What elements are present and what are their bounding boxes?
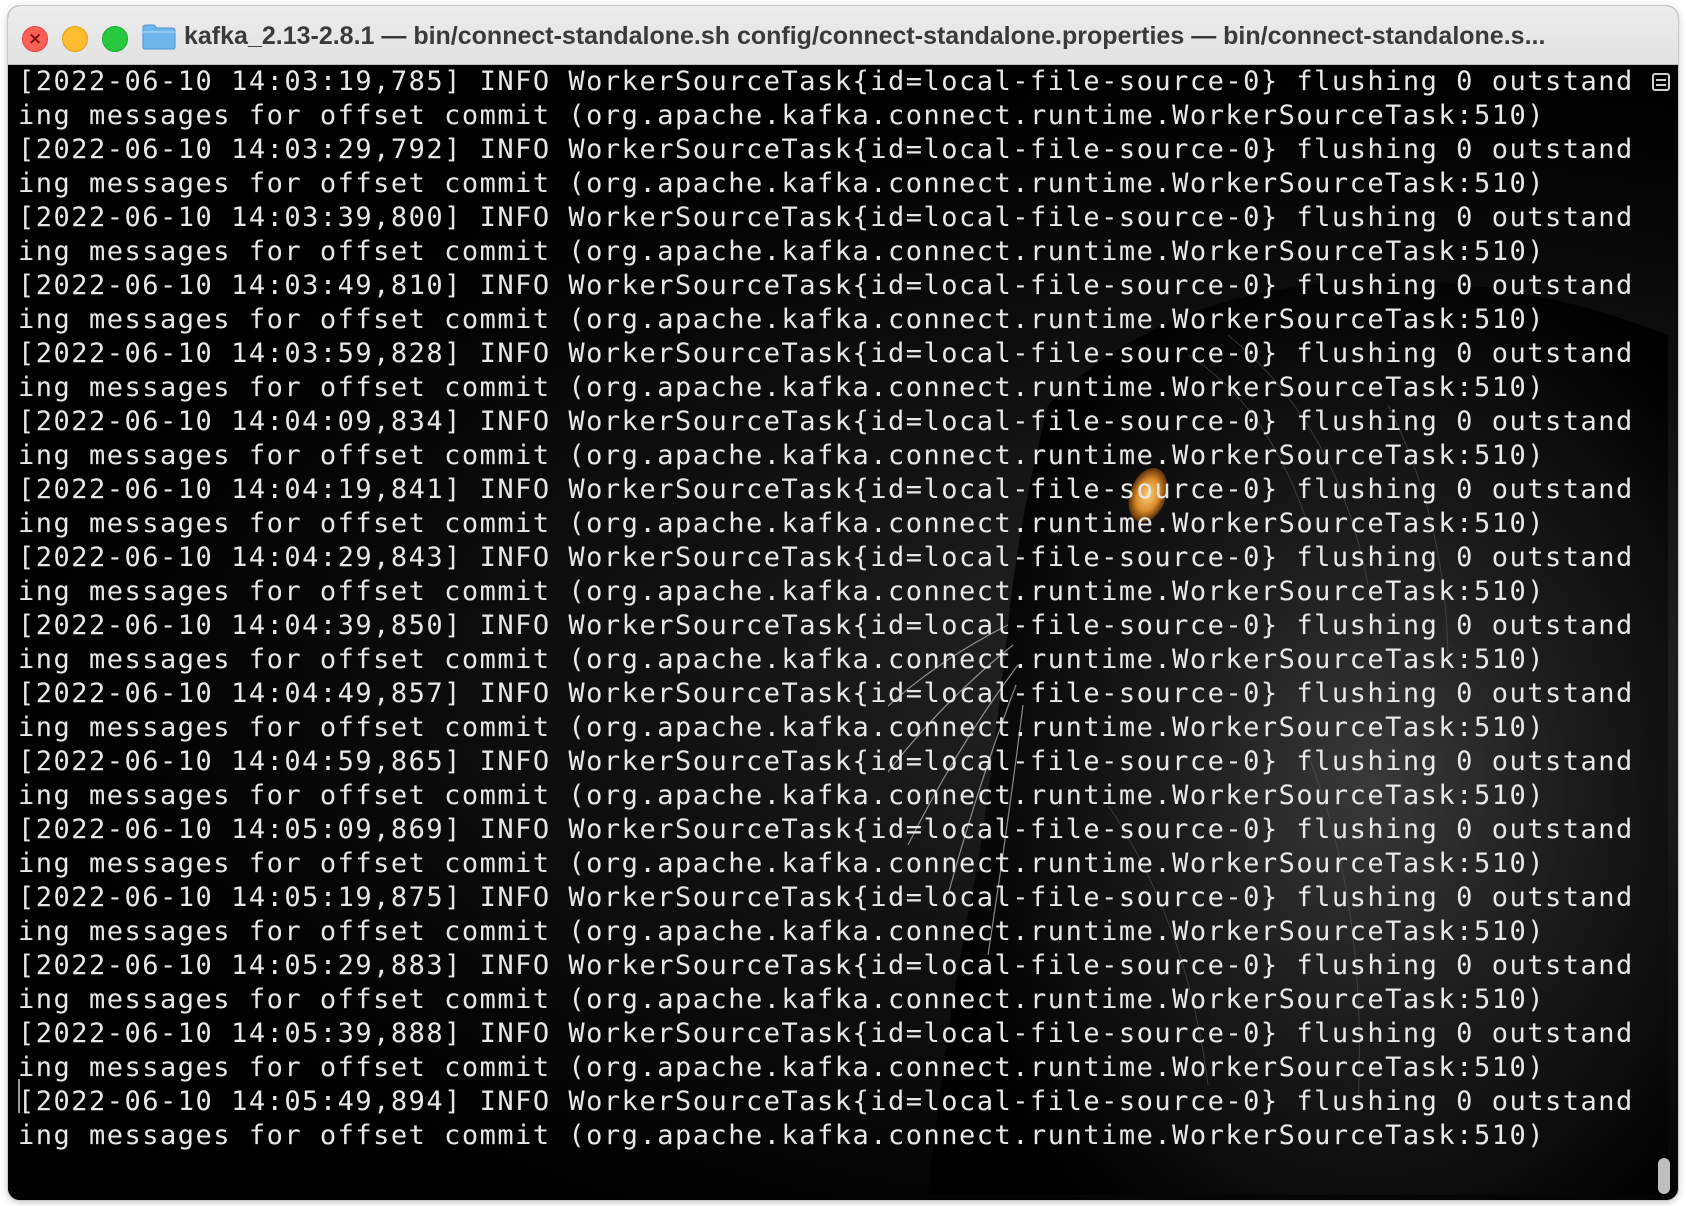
log-line: [2022-06-10 14:04:09,834] INFO WorkerSou… — [18, 406, 1634, 471]
title-bar[interactable]: × kafka_2.13-2.8.1 — bin/connect-standal… — [8, 6, 1678, 65]
folder-icon — [142, 24, 176, 50]
log-line: [2022-06-10 14:03:39,800] INFO WorkerSou… — [18, 202, 1634, 267]
terminal-content[interactable]: [2022-06-10 14:03:19,785] INFO WorkerSou… — [8, 65, 1678, 1200]
log-line: [2022-06-10 14:05:49,894] INFO WorkerSou… — [18, 1086, 1634, 1151]
log-line: [2022-06-10 14:03:29,792] INFO WorkerSou… — [18, 134, 1634, 199]
log-line: [2022-06-10 14:05:39,888] INFO WorkerSou… — [18, 1018, 1634, 1083]
log-line: [2022-06-10 14:03:19,785] INFO WorkerSou… — [18, 66, 1634, 131]
scrollbar[interactable] — [1656, 105, 1672, 1194]
maximize-button[interactable] — [102, 26, 128, 52]
log-line: [2022-06-10 14:04:59,865] INFO WorkerSou… — [18, 746, 1634, 811]
log-line: [2022-06-10 14:03:59,828] INFO WorkerSou… — [18, 338, 1634, 403]
log-line: [2022-06-10 14:05:09,869] INFO WorkerSou… — [18, 814, 1634, 879]
text-cursor — [18, 1079, 20, 1113]
close-icon: × — [28, 29, 43, 49]
log-line: [2022-06-10 14:04:19,841] INFO WorkerSou… — [18, 474, 1634, 539]
log-line: [2022-06-10 14:03:49,810] INFO WorkerSou… — [18, 270, 1634, 335]
log-line: [2022-06-10 14:04:39,850] INFO WorkerSou… — [18, 610, 1634, 675]
log-line: [2022-06-10 14:04:29,843] INFO WorkerSou… — [18, 542, 1634, 607]
scrollbar-thumb[interactable] — [1658, 1158, 1670, 1194]
log-output: [2022-06-10 14:03:19,785] INFO WorkerSou… — [18, 65, 1648, 1153]
minimize-button[interactable] — [62, 26, 88, 52]
log-line: [2022-06-10 14:05:19,875] INFO WorkerSou… — [18, 882, 1634, 947]
log-line: [2022-06-10 14:04:49,857] INFO WorkerSou… — [18, 678, 1634, 743]
log-line: [2022-06-10 14:05:29,883] INFO WorkerSou… — [18, 950, 1634, 1015]
terminal-window: × kafka_2.13-2.8.1 — bin/connect-standal… — [8, 6, 1678, 1200]
scroll-marks-icon[interactable] — [1652, 73, 1670, 91]
close-button[interactable]: × — [22, 26, 48, 52]
window-title: kafka_2.13-2.8.1 — bin/connect-standalon… — [184, 22, 1546, 50]
